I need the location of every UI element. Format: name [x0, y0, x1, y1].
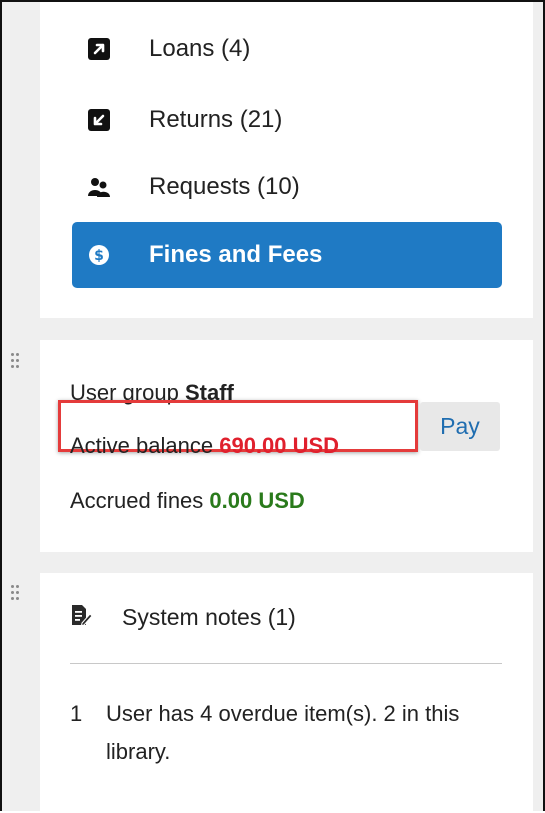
- accrued-fines-row: Accrued fines 0.00 USD: [70, 488, 305, 514]
- active-balance-row: Active balance 690.00 USD: [70, 433, 339, 459]
- user-info-card: User group Staff Active balance 690.00 U…: [40, 340, 533, 552]
- nav-item-fines-and-fees[interactable]: $ Fines and Fees: [72, 222, 502, 288]
- active-balance-label: Active balance: [70, 433, 214, 458]
- note-item: 1 User has 4 overdue item(s). 2 in this …: [70, 695, 510, 771]
- notes-edit-icon: [70, 603, 93, 632]
- notes-divider: [70, 663, 502, 664]
- nav-item-requests[interactable]: Requests (10): [72, 154, 502, 220]
- patron-nav-card: Loans (4) Returns (21) Requests (10) $ F…: [40, 2, 533, 318]
- drag-handle-icon[interactable]: [11, 353, 19, 371]
- system-notes-title: System notes (1): [122, 604, 296, 630]
- system-notes-header[interactable]: System notes (1): [70, 603, 296, 632]
- note-text: User has 4 overdue item(s). 2 in this li…: [106, 701, 460, 764]
- drag-handle-icon[interactable]: [11, 585, 19, 603]
- arrow-down-left-square-icon: [88, 109, 110, 131]
- patron-panel: Loans (4) Returns (21) Requests (10) $ F…: [0, 0, 545, 813]
- nav-item-label: Fines and Fees: [149, 241, 323, 268]
- users-request-icon: [88, 176, 110, 198]
- svg-text:$: $: [94, 248, 104, 264]
- accrued-fines-value: 0.00 USD: [209, 488, 305, 513]
- nav-item-label: Loans (4): [149, 35, 251, 62]
- pay-button[interactable]: Pay: [420, 402, 500, 451]
- accrued-fines-label: Accrued fines: [70, 488, 204, 513]
- arrow-up-right-square-icon: [88, 38, 110, 60]
- note-number: 1: [70, 701, 83, 726]
- active-balance-value: 690.00 USD: [219, 433, 340, 458]
- system-notes-card: System notes (1) 1 User has 4 overdue it…: [40, 573, 533, 813]
- dollar-circle-icon: $: [88, 244, 110, 266]
- nav-item-loans[interactable]: Loans (4): [72, 16, 502, 82]
- nav-item-label: Returns (21): [149, 106, 283, 133]
- nav-item-label: Requests (10): [149, 173, 300, 200]
- nav-item-returns[interactable]: Returns (21): [72, 87, 502, 153]
